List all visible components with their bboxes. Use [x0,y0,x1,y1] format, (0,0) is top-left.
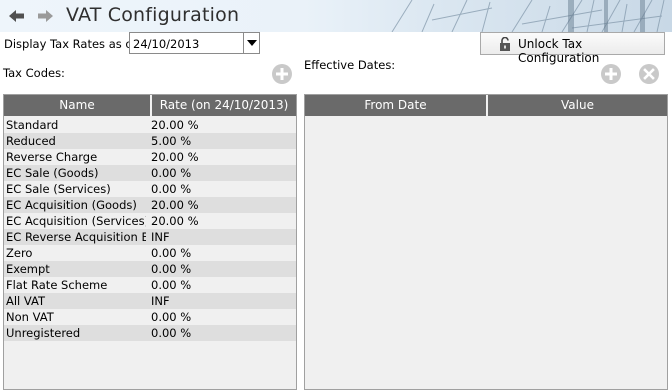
display-date-value[interactable]: 24/10/2013 [133,37,199,51]
tax-code-rate: 0.00 % [151,310,192,324]
display-date-label: Display Tax Rates as of: [4,37,140,51]
column-header-from-date[interactable]: From Date [305,95,487,116]
tax-code-name: Flat Rate Scheme [6,278,108,292]
tax-code-rate: 0.00 % [151,326,192,340]
table-row[interactable]: Reduced 5.00 % [4,133,296,149]
table-row[interactable]: EC Acquisition (Goods) 20.00 % [4,197,296,213]
table-row[interactable]: Zero 0.00 % [4,245,296,261]
tax-codes-table[interactable]: Name Rate (on 24/10/2013) Standard 20.00 … [3,94,297,390]
tax-codes-label: Tax Codes: [3,66,65,80]
tax-code-rate: 20.00 % [151,118,199,132]
header-decoration [391,0,665,32]
tax-code-rate: 20.00 % [151,150,199,164]
padlock-open-icon [500,37,510,51]
tax-code-name: EC Acquisition (Services) [6,214,146,228]
forward-button[interactable] [37,9,53,23]
table-row[interactable]: All VAT INF [4,293,296,309]
add-effective-date-button[interactable] [601,64,621,84]
tax-code-name: All VAT [6,294,46,308]
table-row[interactable]: EC Sale (Goods) 0.00 % [4,165,296,181]
tax-code-rate: 0.00 % [151,166,192,180]
arrow-left-icon [9,10,24,22]
tax-code-name: Non VAT [6,310,54,324]
table-row[interactable]: Flat Rate Scheme 0.00 % [4,277,296,293]
add-tax-code-button[interactable] [272,64,292,84]
column-header-rate[interactable]: Rate (on 24/10/2013) [152,95,296,116]
tax-code-rate: INF [151,230,170,244]
tax-code-name: Standard [6,118,59,132]
tax-code-name: Reduced [6,134,56,148]
table-row[interactable]: EC Reverse Acquisition B... INF [4,229,296,245]
title-bar: VAT Configuration [0,0,672,32]
effective-dates-label: Effective Dates: [304,58,396,72]
tax-code-name: EC Sale (Goods) [6,166,99,180]
table-row[interactable]: Standard 20.00 % [4,117,296,133]
tax-code-name: EC Acquisition (Goods) [6,198,137,212]
tax-code-name: Zero [6,246,33,260]
table-row[interactable]: Reverse Charge 20.00 % [4,149,296,165]
tax-code-rate: 0.00 % [151,246,192,260]
table-row[interactable]: Unregistered 0.00 % [4,325,296,341]
plus-circle-icon [276,68,288,80]
arrow-right-icon [38,10,53,22]
tax-code-rate: INF [151,294,170,308]
table-row[interactable]: Exempt 0.00 % [4,261,296,277]
tax-code-rate: 5.00 % [151,134,192,148]
table-row[interactable]: Non VAT 0.00 % [4,309,296,325]
column-header-value[interactable]: Value [488,95,667,116]
tax-code-rate: 20.00 % [151,198,199,212]
chevron-down-icon[interactable] [243,33,259,53]
unlock-tax-configuration-button[interactable]: Unlock Tax Configuration [480,32,665,65]
tax-code-rate: 0.00 % [151,278,192,292]
table-row[interactable]: EC Sale (Services) 0.00 % [4,181,296,197]
x-circle-icon [643,68,655,80]
tax-code-name: EC Sale (Services) [6,182,111,196]
tax-codes-rows: Standard 20.00 % Reduced 5.00 % Reverse Char… [4,117,296,341]
tax-code-name: Exempt [6,262,50,276]
tax-code-rate: 0.00 % [151,262,192,276]
display-date-combobox[interactable]: 24/10/2013 [129,32,260,54]
tax-code-rate: 20.00 % [151,214,199,228]
plus-circle-icon [605,68,617,80]
tax-code-rate: 0.00 % [151,182,192,196]
remove-effective-date-button[interactable] [639,64,659,84]
table-row[interactable]: EC Acquisition (Services) 20.00 % [4,213,296,229]
unlock-button-label: Unlock Tax Configuration [518,37,600,65]
tax-code-name: EC Reverse Acquisition B... [6,230,146,244]
page-title: VAT Configuration [66,4,240,26]
tax-code-name: Unregistered [6,326,81,340]
back-button[interactable] [9,9,25,23]
tax-code-name: Reverse Charge [6,150,98,164]
effective-dates-table[interactable]: From Date Value [304,94,668,390]
column-header-name[interactable]: Name [4,95,151,116]
